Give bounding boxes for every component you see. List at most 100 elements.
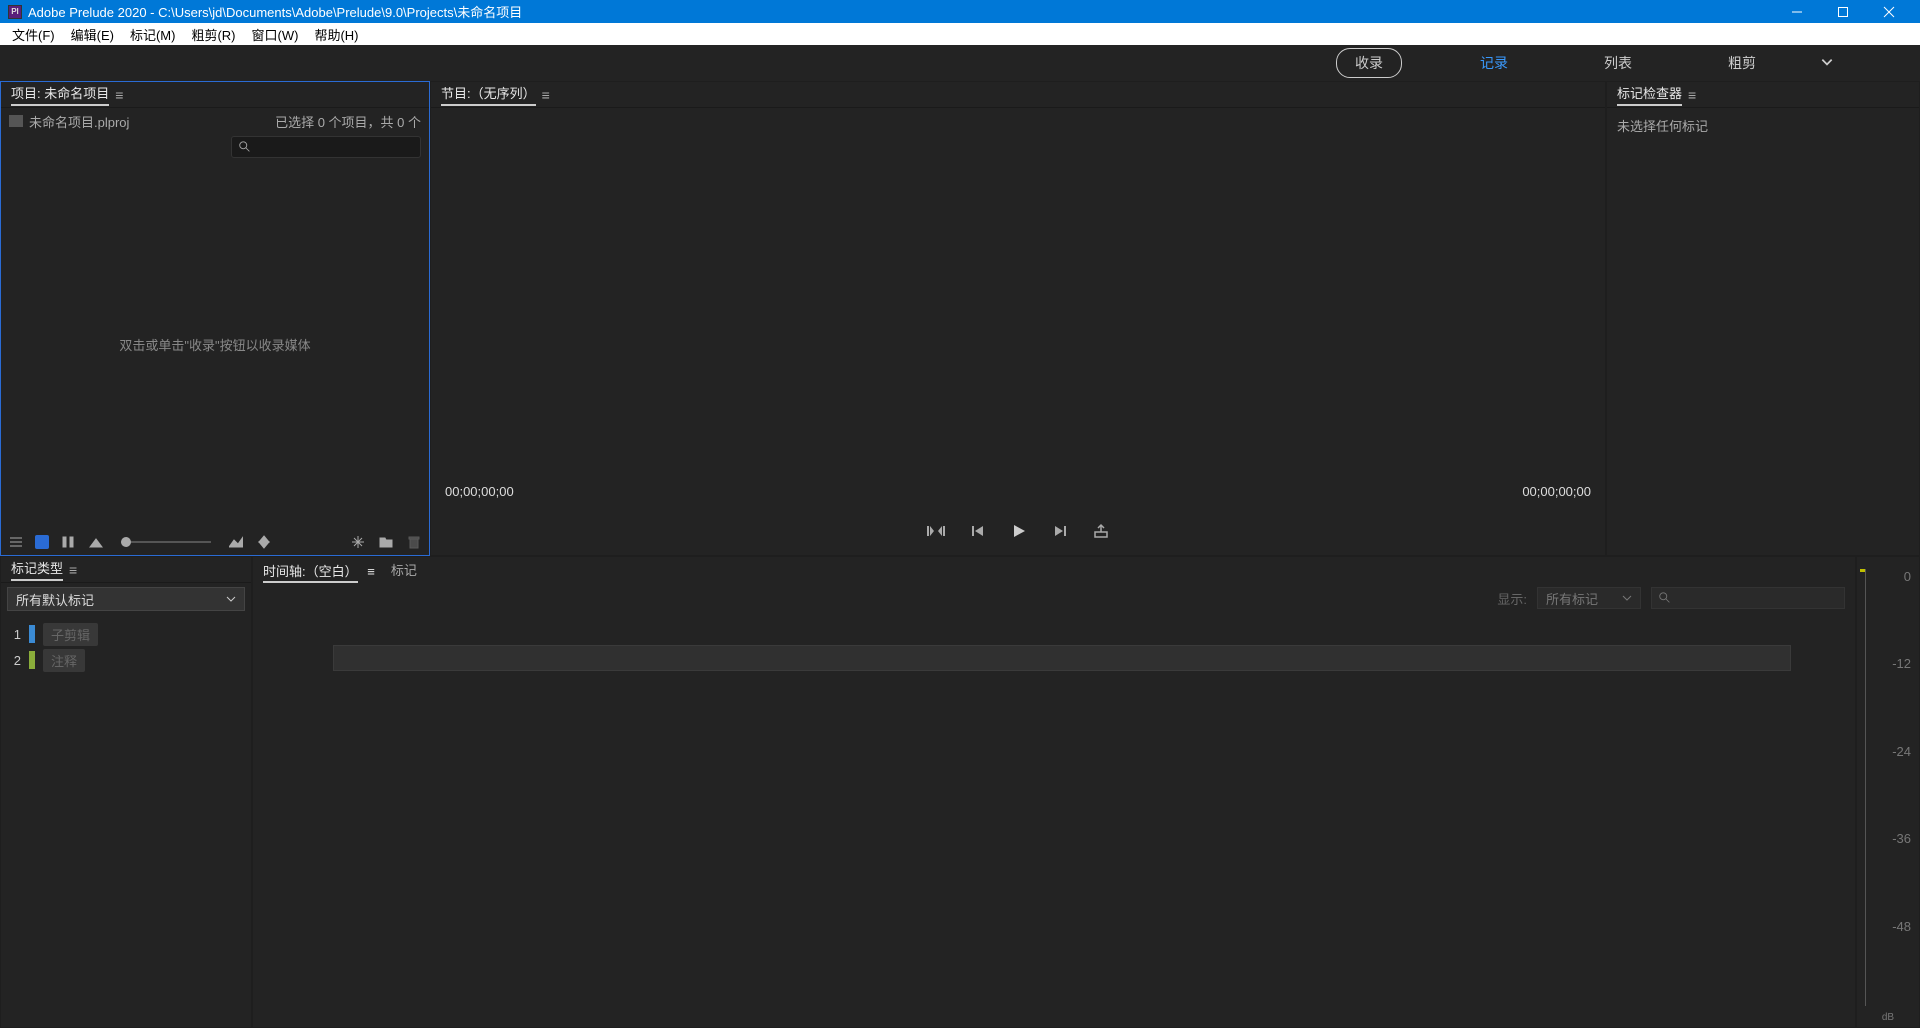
play-button[interactable] — [1011, 523, 1027, 542]
project-empty-hint: 双击或单击"收录"按钮以收录媒体 — [119, 335, 310, 354]
project-info-row: 未命名项目.plproj 已选择 0 个项目，共 0 个 — [1, 108, 429, 134]
meter-tick: -36 — [1892, 831, 1911, 846]
project-file-name: 未命名项目.plproj — [29, 112, 129, 131]
menu-bar: 文件(F) 编辑(E) 标记(M) 粗剪(R) 窗口(W) 帮助(H) — [0, 23, 1920, 45]
meter-tick: -48 — [1892, 919, 1911, 934]
app-icon: Pl — [8, 5, 22, 19]
marker-type-item[interactable]: 1 子剪辑 — [7, 621, 245, 647]
zoom-in-icon — [227, 533, 245, 551]
project-panel: 项目: 未命名项目 ≡ 未命名项目.plproj 已选择 0 个项目，共 0 个… — [1, 82, 429, 555]
title-bar: Pl Adobe Prelude 2020 - C:\Users\jd\Docu… — [0, 0, 1920, 23]
program-monitor-view[interactable]: 00;00;00;00 00;00;00;00 — [431, 108, 1605, 509]
panel-menu-icon[interactable]: ≡ — [69, 562, 77, 578]
window-title: Adobe Prelude 2020 - C:\Users\jd\Documen… — [28, 2, 1774, 21]
menu-roughcut[interactable]: 粗剪(R) — [183, 23, 243, 46]
marker-type-item[interactable]: 2 注释 — [7, 647, 245, 673]
marker-color-swatch — [29, 651, 35, 669]
project-panel-header: 项目: 未命名项目 ≡ — [1, 82, 429, 108]
mark-inout-button[interactable] — [927, 523, 945, 542]
program-panel-title[interactable]: 节目:（无序列） — [441, 83, 536, 106]
markertype-panel-header: 标记类型 ≡ — [1, 557, 251, 583]
marker-type-label: 子剪辑 — [43, 623, 98, 646]
marker-color-swatch — [29, 625, 35, 643]
minimize-button[interactable] — [1774, 1, 1820, 23]
panel-menu-icon[interactable]: ≡ — [367, 564, 375, 579]
program-panel-header: 节目:（无序列） ≡ — [431, 82, 1605, 108]
search-icon — [1658, 591, 1672, 605]
marker-template-value: 所有默认标记 — [16, 590, 94, 609]
workspace-tab-roughcut[interactable]: 粗剪 — [1710, 49, 1774, 77]
timecode-duration: 00;00;00;00 — [1522, 484, 1591, 499]
marker-type-label: 注释 — [43, 649, 85, 672]
timeline-toolbar: 显示: 所有标记 — [253, 583, 1855, 613]
project-bin-area[interactable]: 双击或单击"收录"按钮以收录媒体 — [1, 160, 429, 529]
menu-marker[interactable]: 标记(M) — [122, 23, 184, 46]
project-panel-title[interactable]: 项目: 未命名项目 — [11, 83, 109, 106]
timeline-search-input[interactable] — [1651, 587, 1845, 609]
audio-meter-scale: 0 -12 -24 -36 -48 — [1865, 569, 1911, 1006]
marker-inspector-panel: 标记检查器 ≡ 未选择任何标记 — [1607, 82, 1919, 555]
find-button[interactable] — [349, 533, 367, 551]
new-bin-button[interactable] — [377, 533, 395, 551]
menu-window[interactable]: 窗口(W) — [244, 23, 307, 46]
step-forward-button[interactable] — [1053, 524, 1067, 541]
workspace-overflow-button[interactable] — [1814, 51, 1840, 76]
meter-tick: -24 — [1892, 744, 1911, 759]
sort-button[interactable] — [255, 533, 273, 551]
markertype-panel-title[interactable]: 标记类型 — [11, 558, 63, 581]
timeline-tab-markers[interactable]: 标记 — [391, 560, 417, 581]
menu-help[interactable]: 帮助(H) — [306, 23, 366, 46]
meter-peak-indicator — [1860, 569, 1865, 572]
inspector-empty-text: 未选择任何标记 — [1607, 108, 1919, 143]
marker-type-list: 1 子剪辑 2 注释 — [1, 615, 251, 679]
timeline-panel: 时间轴:（空白） ≡ 标记 显示: 所有标记 — [253, 557, 1855, 1027]
timeline-show-label: 显示: — [1497, 589, 1527, 608]
freeform-view-button[interactable] — [59, 533, 77, 551]
workspace-tab-logging[interactable]: 记录 — [1462, 49, 1526, 77]
transport-controls — [431, 509, 1605, 555]
timeline-panel-title[interactable]: 时间轴:（空白） — [263, 564, 358, 583]
step-back-button[interactable] — [971, 524, 985, 541]
audio-meter-panel: 0 -12 -24 -36 -48 dB — [1857, 557, 1919, 1027]
timeline-panel-header: 时间轴:（空白） ≡ 标记 — [253, 557, 1855, 583]
panel-menu-icon[interactable]: ≡ — [115, 87, 123, 103]
thumbnail-view-button[interactable] — [35, 535, 49, 549]
inspector-panel-title[interactable]: 标记检查器 — [1617, 83, 1682, 106]
program-monitor-panel: 节目:（无序列） ≡ 00;00;00;00 00;00;00;00 — [431, 82, 1605, 555]
audio-meter[interactable]: 0 -12 -24 -36 -48 — [1857, 557, 1919, 1012]
marker-type-index: 1 — [7, 627, 21, 642]
timeline-filter-value: 所有标记 — [1546, 589, 1598, 608]
maximize-button[interactable] — [1820, 1, 1866, 23]
audio-meter-unit: dB — [1857, 1012, 1919, 1027]
close-button[interactable] — [1866, 1, 1912, 23]
project-toolbar — [1, 529, 429, 555]
inspector-panel-header: 标记检查器 ≡ — [1607, 82, 1919, 108]
bin-icon — [9, 115, 23, 127]
meter-tick: 0 — [1904, 569, 1911, 584]
project-selection-info: 已选择 0 个项目，共 0 个 — [275, 112, 421, 131]
timeline-tracks-area[interactable] — [253, 613, 1855, 1027]
timeline-track[interactable] — [333, 645, 1791, 671]
panel-menu-icon[interactable]: ≡ — [1688, 87, 1696, 103]
marker-type-index: 2 — [7, 653, 21, 668]
meter-tick: -12 — [1892, 656, 1911, 671]
project-search-input[interactable] — [231, 136, 421, 158]
workspace-bar: 收录 记录 列表 粗剪 — [0, 45, 1920, 81]
workspace-tab-ingest[interactable]: 收录 — [1336, 48, 1402, 78]
timeline-filter-dropdown[interactable]: 所有标记 — [1537, 587, 1641, 609]
workspace-tab-list[interactable]: 列表 — [1586, 49, 1650, 77]
marker-type-panel: 标记类型 ≡ 所有默认标记 1 子剪辑 2 注释 — [1, 557, 251, 1027]
timecode-current[interactable]: 00;00;00;00 — [445, 484, 514, 499]
thumbnail-size-slider[interactable] — [121, 541, 211, 543]
clear-button[interactable] — [405, 533, 423, 551]
chevron-down-icon — [226, 594, 236, 604]
chevron-down-icon — [1622, 593, 1632, 603]
panel-menu-icon[interactable]: ≡ — [542, 87, 550, 103]
marker-template-dropdown[interactable]: 所有默认标记 — [7, 587, 245, 611]
export-button[interactable] — [1093, 523, 1109, 542]
search-icon — [238, 140, 252, 154]
menu-edit[interactable]: 编辑(E) — [63, 23, 122, 46]
list-view-button[interactable] — [7, 533, 25, 551]
menu-file[interactable]: 文件(F) — [4, 23, 63, 46]
zoom-out-icon — [87, 533, 105, 551]
